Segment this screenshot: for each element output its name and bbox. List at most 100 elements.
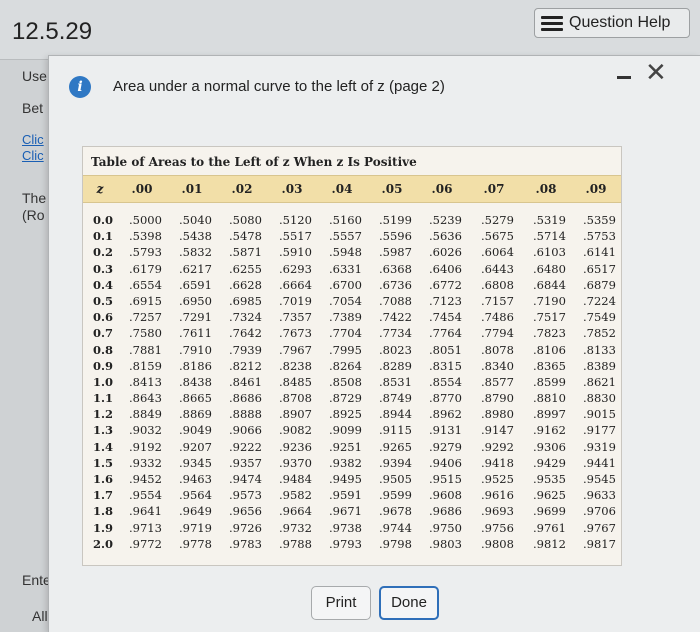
area-cell: .8212 bbox=[229, 358, 262, 373]
bg-text-bet: Bet bbox=[22, 100, 44, 116]
area-cell: .6554 bbox=[129, 277, 162, 292]
area-cell: .9756 bbox=[481, 520, 514, 535]
area-cell: .9783 bbox=[229, 536, 262, 551]
z-value: 0.1 bbox=[93, 229, 114, 244]
area-cell: .9357 bbox=[229, 455, 262, 470]
table-row: 1.5 .9332 .9345 .9357 .9370 .9382 .9394 .9406 .9… bbox=[83, 456, 621, 472]
area-cell: .9582 bbox=[279, 488, 312, 503]
area-cell: .8389 bbox=[583, 358, 616, 373]
area-cell: .9750 bbox=[429, 520, 462, 535]
table-row: 0.1 .5398 .5438 .5478 .5517 .5557 .5596 .5636 .5… bbox=[83, 229, 621, 245]
area-cell: .9265 bbox=[379, 439, 412, 454]
area-cell: .8599 bbox=[533, 374, 566, 389]
area-cell: .9406 bbox=[429, 455, 462, 470]
close-icon[interactable]: ✕ bbox=[645, 60, 667, 86]
area-cell: .7190 bbox=[533, 293, 566, 308]
table-row: 1.3 .9032 .9049 .9066 .9082 .9099 .9115 .9131 .9… bbox=[83, 423, 621, 439]
bg-link-click-1[interactable]: Clic bbox=[22, 132, 44, 147]
print-button[interactable]: Print bbox=[311, 586, 371, 620]
area-cell: .7704 bbox=[329, 326, 362, 341]
area-cell: .5319 bbox=[533, 213, 566, 227]
area-cell: .5871 bbox=[229, 245, 262, 260]
table-title: Table of Areas to the Left of z When z I… bbox=[91, 155, 417, 169]
area-cell: .9713 bbox=[129, 520, 162, 535]
area-cell: .9616 bbox=[481, 488, 514, 503]
area-cell: .9222 bbox=[229, 439, 262, 454]
area-cell: .9793 bbox=[329, 536, 362, 551]
table-row: 1.6 .9452 .9463 .9474 .9484 .9495 .9505 .9515 .9… bbox=[83, 472, 621, 488]
area-cell: .7852 bbox=[583, 326, 616, 341]
area-cell: .8686 bbox=[229, 391, 262, 406]
question-help-button[interactable]: Question Help bbox=[534, 8, 690, 38]
top-bar: 12.5.29 Question Help bbox=[0, 0, 700, 60]
area-cell: .6915 bbox=[129, 293, 162, 308]
area-cell: .8749 bbox=[379, 391, 412, 406]
table-row: 0.2 .5793 .5832 .5871 .5910 .5948 .5987 .6026 .6… bbox=[83, 245, 621, 261]
z-value: 1.5 bbox=[93, 455, 114, 470]
area-cell: .9678 bbox=[379, 504, 412, 519]
area-cell: .9495 bbox=[329, 472, 362, 486]
area-cell: .9788 bbox=[279, 536, 312, 551]
area-cell: .9382 bbox=[329, 455, 362, 470]
area-cell: .6331 bbox=[329, 261, 362, 276]
area-cell: .6844 bbox=[533, 277, 566, 292]
area-cell: .5080 bbox=[229, 213, 262, 227]
area-cell: .9463 bbox=[179, 472, 212, 486]
z-value: 0.6 bbox=[93, 310, 114, 325]
area-cell: .9767 bbox=[583, 520, 616, 535]
area-cell: .7517 bbox=[533, 310, 566, 325]
area-cell: .7673 bbox=[279, 326, 312, 341]
area-cell: .8849 bbox=[129, 407, 162, 422]
normal-table-dialog: i Area under a normal curve to the left … bbox=[48, 55, 700, 632]
area-cell: .5359 bbox=[583, 213, 616, 227]
header-col: .01 bbox=[181, 182, 203, 196]
done-button[interactable]: Done bbox=[379, 586, 439, 620]
bg-link-click-2[interactable]: Clic bbox=[22, 148, 44, 163]
table-row: 0.0 .5000 .5040 .5080 .5120 .5160 .5199 .5239 .5… bbox=[83, 213, 621, 229]
area-cell: .9370 bbox=[279, 455, 312, 470]
area-cell: .7995 bbox=[329, 342, 362, 357]
area-cell: .9649 bbox=[179, 504, 212, 519]
area-cell: .9573 bbox=[229, 488, 262, 503]
area-cell: .6664 bbox=[279, 277, 312, 292]
area-cell: .9803 bbox=[429, 536, 462, 551]
area-cell: .9049 bbox=[179, 423, 212, 438]
area-cell: .9608 bbox=[429, 488, 462, 503]
header-col: .05 bbox=[381, 182, 403, 196]
area-cell: .8023 bbox=[379, 342, 412, 357]
area-cell: .8577 bbox=[481, 374, 514, 389]
area-cell: .8810 bbox=[533, 391, 566, 406]
area-cell: .7580 bbox=[129, 326, 162, 341]
area-cell: .9147 bbox=[481, 423, 514, 438]
header-col: .04 bbox=[331, 182, 353, 196]
area-cell: .9177 bbox=[583, 423, 616, 438]
area-cell: .9115 bbox=[379, 423, 412, 438]
area-cell: .6026 bbox=[429, 245, 462, 260]
area-cell: .6700 bbox=[329, 277, 362, 292]
area-cell: .8790 bbox=[481, 391, 514, 406]
table-row: 0.4 .6554 .6591 .6628 .6664 .6700 .6736 .6772 .6… bbox=[83, 278, 621, 294]
bg-text-enter: Ente bbox=[22, 572, 51, 588]
header-col: .08 bbox=[535, 182, 557, 196]
area-cell: .8186 bbox=[179, 358, 212, 373]
area-cell: .6255 bbox=[229, 261, 262, 276]
area-cell: .9699 bbox=[533, 504, 566, 519]
area-cell: .7157 bbox=[481, 293, 514, 308]
table-row: 0.6 .7257 .7291 .7324 .7357 .7389 .7422 .7454 .7… bbox=[83, 310, 621, 326]
area-cell: .6985 bbox=[229, 293, 262, 308]
area-cell: .7389 bbox=[329, 310, 362, 325]
area-cell: .8643 bbox=[129, 391, 162, 406]
minimize-icon[interactable] bbox=[617, 76, 631, 79]
area-cell: .5040 bbox=[179, 213, 212, 227]
table-header-row: z .00 .01 .02 .03 .04 .05 .06 .07 .08 .0… bbox=[83, 175, 621, 203]
table-row: 1.1 .8643 .8665 .8686 .8708 .8729 .8749 .8770 .8… bbox=[83, 391, 621, 407]
z-value: 1.6 bbox=[93, 472, 114, 486]
area-cell: .9686 bbox=[429, 504, 462, 519]
area-cell: .5239 bbox=[429, 213, 462, 227]
area-cell: .8708 bbox=[279, 391, 312, 406]
area-cell: .6406 bbox=[429, 261, 462, 276]
z-value: 1.1 bbox=[93, 391, 114, 406]
area-cell: .8888 bbox=[229, 407, 262, 422]
table-row: 0.8 .7881 .7910 .7939 .7967 .7995 .8023 .8051 .8… bbox=[83, 343, 621, 359]
area-cell: .6480 bbox=[533, 261, 566, 276]
